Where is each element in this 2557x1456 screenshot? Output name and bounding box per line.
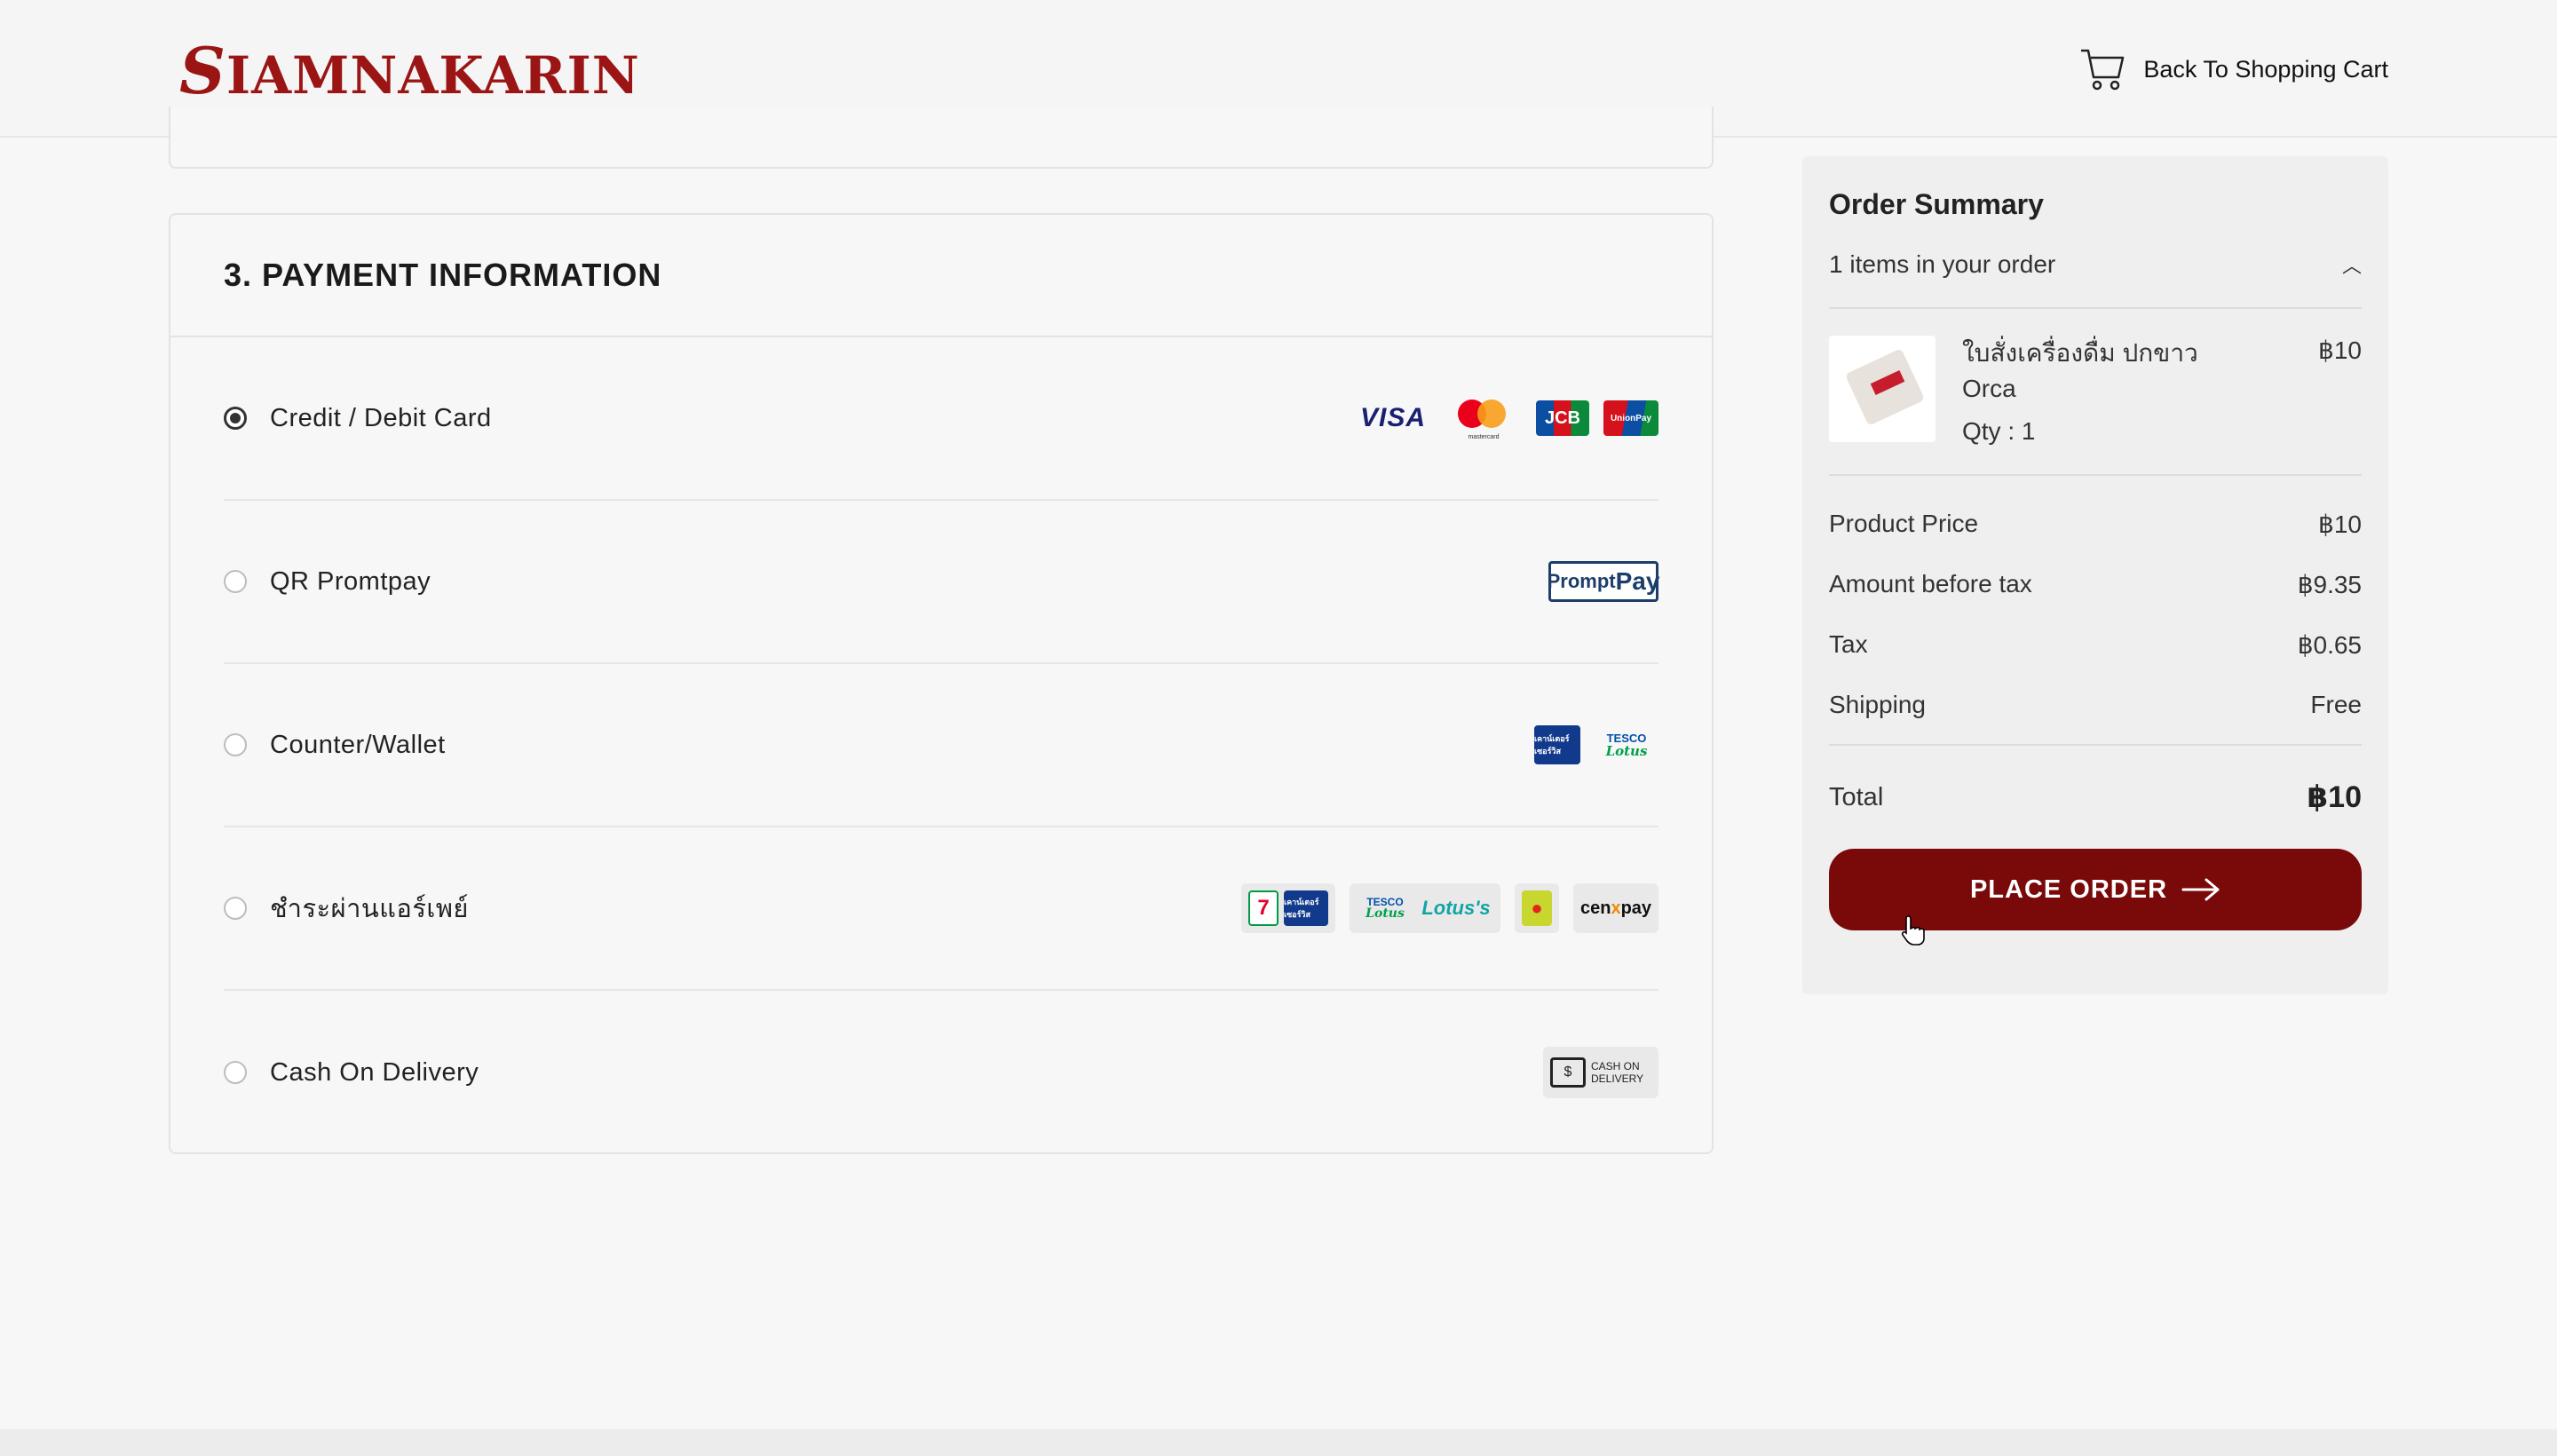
cash-on-delivery-radio[interactable] xyxy=(224,1061,247,1084)
jcb-logo: JCB xyxy=(1536,400,1589,436)
payment-option-counter-wallet: Counter/Wallet เคาน์เตอร์ เซอร์วิส TESCO… xyxy=(224,664,1658,827)
visa-logo: VISA xyxy=(1359,403,1427,432)
back-to-cart-label: Back To Shopping Cart xyxy=(2143,55,2388,83)
seven-eleven-counter-tile: 7 เคาน์เตอร์ เซอร์วิส xyxy=(1241,883,1335,933)
product-price-row: Product Price ฿10 xyxy=(1829,494,2362,554)
red-logo-tile: ● xyxy=(1515,883,1559,933)
payment-information-card: 3. PAYMENT INFORMATION Credit / Debit Ca… xyxy=(169,213,1714,1154)
items-count-row[interactable]: 1 items in your order ︿ xyxy=(1829,243,2362,309)
amount-before-tax-label: Amount before tax xyxy=(1829,570,2032,597)
amount-before-tax-value: ฿9.35 xyxy=(2297,570,2362,598)
payment-option-cash-on-delivery: Cash On Delivery $ CASH ON DELIVERY xyxy=(224,991,1658,1154)
promptpay-logo: Prompt Pay xyxy=(1548,561,1659,602)
item-name-line1: ใบสั่งเครื่องดื่ม ปกขาว xyxy=(1962,339,2198,367)
siamnakarin-logo[interactable]: SIAMNAKARIN xyxy=(179,36,640,111)
payment-option-airpay: ชำระผ่านแอร์เพย์ 7 เคาน์เตอร์ เซอร์วิส T… xyxy=(224,827,1658,991)
card-logos: VISA mastercard JCB UnionPay xyxy=(1355,396,1658,440)
total-value: ฿10 xyxy=(2307,780,2362,814)
logo-text: IAMNAKARIN xyxy=(226,45,640,106)
product-price-value: ฿10 xyxy=(2318,510,2362,538)
tax-row: Tax ฿0.65 xyxy=(1829,614,2362,675)
payment-option-credit-card: Credit / Debit Card VISA mastercard JCB … xyxy=(224,337,1658,501)
product-thumbnail xyxy=(1829,336,1936,442)
order-summary-title: Order Summary xyxy=(1829,188,2044,220)
airpay-radio[interactable] xyxy=(224,897,247,920)
item-name-line2: Orca xyxy=(1962,375,2016,402)
payment-option-qr-promptpay: QR Promtpay Prompt Pay xyxy=(224,501,1659,664)
items-count: 1 items in your order xyxy=(1829,250,2056,278)
counter-wallet-label: Counter/Wallet xyxy=(270,730,446,759)
seven-eleven-logo: 7 xyxy=(1248,890,1278,926)
hand-pointer-cursor-icon xyxy=(1901,915,1925,946)
credit-card-radio[interactable] xyxy=(224,407,247,430)
cash-on-delivery-label: Cash On Delivery xyxy=(270,1057,479,1087)
total-row: Total ฿10 xyxy=(1829,746,2362,849)
cash-icon: $ xyxy=(1550,1057,1586,1088)
shipping-value: Free xyxy=(2310,691,2362,718)
airpay-label: ชำระผ่านแอร์เพย์ xyxy=(270,895,469,923)
tesco-lotus-logo: TESCO Lotus xyxy=(1605,732,1648,759)
item-qty: Qty : 1 xyxy=(1962,417,2036,445)
cash-on-delivery-option[interactable]: Cash On Delivery xyxy=(224,1058,479,1088)
product-price-label: Product Price xyxy=(1829,510,1979,537)
airpay-option[interactable]: ชำระผ่านแอร์เพย์ xyxy=(224,888,469,929)
qr-promptpay-option[interactable]: QR Promtpay xyxy=(224,567,431,597)
order-item-info: ใบสั่งเครื่องดื่ม ปกขาว Orca Qty : 1 xyxy=(1962,336,2318,458)
chevron-up-icon[interactable]: ︿ xyxy=(2342,250,2362,279)
shopping-cart-icon xyxy=(2081,49,2125,91)
cenpay-logo: cen x pay xyxy=(1579,898,1652,918)
qr-promptpay-label: QR Promtpay xyxy=(270,566,431,596)
credit-card-option[interactable]: Credit / Debit Card xyxy=(224,404,492,433)
order-summary-panel: Order Summary 1 items in your order ︿ ใบ… xyxy=(1802,156,2388,994)
counter-wallet-radio[interactable] xyxy=(224,733,247,756)
tesco-lotus-logo: TESCO Lotus xyxy=(1366,896,1405,921)
shipping-label: Shipping xyxy=(1829,691,1926,718)
tax-label: Tax xyxy=(1829,630,1868,658)
credit-card-label: Credit / Debit Card xyxy=(270,403,492,432)
payment-method-list: Credit / Debit Card VISA mastercard JCB … xyxy=(170,337,1712,1154)
airpay-logos: 7 เคาน์เตอร์ เซอร์วิส TESCO Lotus Lotus's… xyxy=(1241,883,1658,933)
price-breakdown: Product Price ฿10 Amount before tax ฿9.3… xyxy=(1829,494,2362,746)
payment-section-title: 3. PAYMENT INFORMATION xyxy=(170,215,1712,337)
unionpay-logo: UnionPay xyxy=(1603,400,1658,436)
counter-wallet-logos: เคาน์เตอร์ เซอร์วิส TESCO Lotus xyxy=(1534,725,1658,764)
qr-promptpay-radio[interactable] xyxy=(224,570,247,593)
counter-service-logo: เคาน์เตอร์ เซอร์วิส xyxy=(1284,890,1328,926)
tax-value: ฿0.65 xyxy=(2297,630,2362,659)
cenpay-tile: cen x pay xyxy=(1573,883,1658,933)
previous-section-card xyxy=(169,107,1714,169)
order-item: ใบสั่งเครื่องดื่ม ปกขาว Orca Qty : 1 ฿10 xyxy=(1829,336,2362,476)
counter-wallet-option[interactable]: Counter/Wallet xyxy=(224,731,446,760)
footer-strip xyxy=(0,1429,2557,1456)
amount-before-tax-row: Amount before tax ฿9.35 xyxy=(1829,554,2362,614)
logo-initial: S xyxy=(179,33,226,108)
tesco-lotuss-tile: TESCO Lotus Lotus's xyxy=(1350,883,1500,933)
cod-logos: $ CASH ON DELIVERY xyxy=(1543,1047,1658,1098)
promptpay-logos: Prompt Pay xyxy=(1548,561,1659,602)
lotuss-logo: Lotus's xyxy=(1421,897,1491,919)
cash-on-delivery-logo: $ CASH ON DELIVERY xyxy=(1543,1047,1658,1098)
back-to-cart-link[interactable]: Back To Shopping Cart xyxy=(2079,44,2388,94)
mastercard-logo: mastercard xyxy=(1445,396,1522,440)
item-price: ฿10 xyxy=(2318,336,2362,364)
shipping-row: Shipping Free xyxy=(1829,675,2362,735)
total-label: Total xyxy=(1829,782,1884,811)
counter-service-logo: เคาน์เตอร์ เซอร์วิส xyxy=(1534,725,1580,764)
store-logo: ● xyxy=(1522,890,1552,926)
place-order-label: PLACE ORDER xyxy=(1969,874,2168,904)
arrow-right-icon xyxy=(2181,878,2220,901)
